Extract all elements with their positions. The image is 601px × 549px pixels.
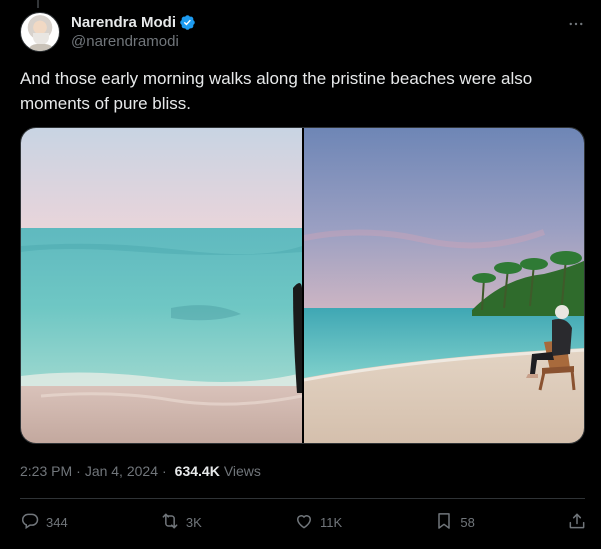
tweet-meta: 2:23 PM · Jan 4, 2024 · 634.4K Views: [20, 461, 261, 481]
reply-button[interactable]: 344: [20, 506, 68, 538]
handle[interactable]: @narendramodi: [71, 33, 196, 50]
author-info: Narendra Modi @narendramodi: [71, 12, 196, 50]
like-count: 11K: [319, 514, 343, 530]
beach-sitting-photo[interactable]: [304, 128, 584, 443]
reply-icon: [20, 511, 40, 534]
thread-line: [37, 0, 39, 8]
verified-badge-icon[interactable]: [179, 14, 196, 31]
more-options-icon[interactable]: [565, 14, 587, 34]
media-grid: [20, 127, 585, 444]
action-bar: 344 3K 11K 58: [20, 506, 587, 538]
display-name[interactable]: Narendra Modi: [71, 14, 176, 31]
heart-icon: [294, 511, 314, 534]
tweet-time[interactable]: 2:23 PM: [20, 463, 72, 479]
share-button[interactable]: [567, 506, 587, 538]
bookmark-button[interactable]: 58: [434, 506, 475, 538]
share-icon: [567, 511, 587, 534]
tweet-text: And those early morning walks along the …: [20, 69, 533, 113]
views-label[interactable]: Views: [224, 463, 261, 479]
like-button[interactable]: 11K: [294, 506, 342, 538]
tweet-header: Narendra Modi @narendramodi: [20, 12, 587, 54]
avatar[interactable]: [20, 12, 60, 52]
repost-button[interactable]: 3K: [160, 506, 202, 538]
bookmark-count: 58: [460, 514, 475, 530]
tweet-date[interactable]: Jan 4, 2024: [85, 463, 158, 479]
repost-count: 3K: [185, 514, 202, 530]
divider: [20, 498, 585, 499]
meta-separator: ·: [161, 463, 167, 479]
reply-count: 344: [46, 514, 68, 530]
meta-separator: ·: [76, 463, 81, 479]
beach-sea-photo[interactable]: [21, 128, 302, 443]
bookmark-icon: [434, 511, 454, 534]
views-count[interactable]: 634.4K: [175, 463, 220, 479]
tweet-card: Narendra Modi @narendramodi And those ea…: [0, 0, 601, 549]
repost-icon: [160, 511, 180, 534]
